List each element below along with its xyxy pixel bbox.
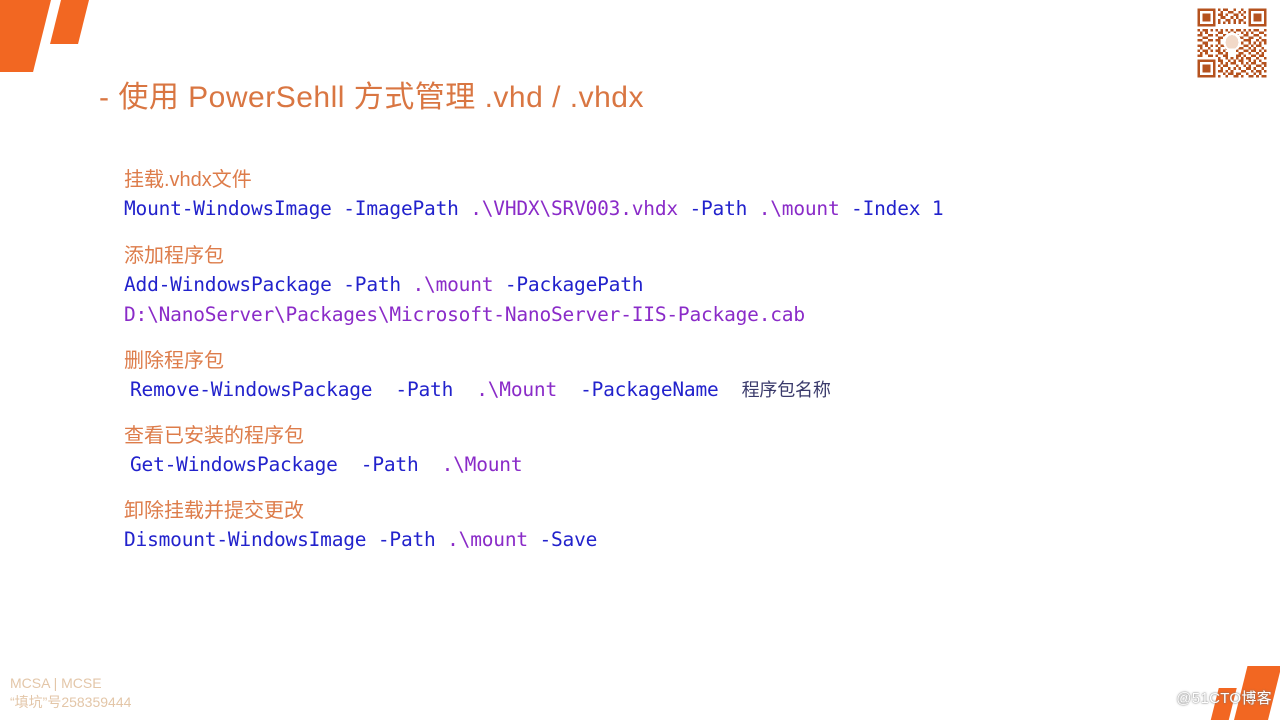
code-block: 卸除挂载并提交更改 Dismount-WindowsImage -Path .\…	[124, 497, 1224, 555]
code-segment-command: -PackagePath	[493, 273, 644, 296]
code-block-list: 挂载.vhdx文件 Mount-WindowsImage -ImagePath …	[124, 166, 1224, 572]
code-segment-command: -Save	[527, 528, 598, 551]
quote-mark-decoration-bar-2	[50, 0, 90, 44]
page-title: - 使用 PowerSehll 方式管理 .vhd / .vhdx	[99, 81, 644, 114]
code-block-heading: 查看已安装的程序包	[124, 425, 304, 447]
code-segment-command: -Path	[677, 197, 759, 220]
code-line: Dismount-WindowsImage -Path .\mount -Sav…	[124, 525, 1224, 555]
slide-canvas: - 使用 PowerSehll 方式管理 .vhd / .vhdx 挂载.vhd…	[0, 0, 1280, 720]
code-segment-path: .\VHDX\SRV003.vhdx	[470, 197, 678, 220]
code-segment-command: Dismount-WindowsImage -Path	[124, 528, 448, 551]
code-segment-command: Mount-WindowsImage -ImagePath	[124, 197, 471, 220]
qr-code-icon	[1194, 6, 1270, 80]
code-segment-command: Add-WindowsPackage -Path	[124, 273, 413, 296]
code-segment-path: D:\NanoServer\Packages\Microsoft-NanoSer…	[124, 303, 805, 326]
code-block-heading: 挂载.vhdx文件	[124, 169, 252, 191]
quote-mark-decoration-bar-1	[0, 0, 52, 72]
code-block: 添加程序包 Add-WindowsPackage -Path .\mount -…	[124, 242, 1224, 330]
code-block-heading: 删除程序包	[124, 350, 224, 372]
code-segment-path: .\mount	[447, 528, 528, 551]
code-block-heading: 添加程序包	[124, 245, 224, 267]
code-segment-path: .\Mount	[441, 453, 523, 476]
code-line: D:\NanoServer\Packages\Microsoft-NanoSer…	[124, 300, 1224, 330]
code-segment-command: -Index 1	[839, 197, 944, 220]
code-segment-command: Remove-WindowsPackage -Path	[130, 378, 477, 401]
code-segment-annotation: 程序包名称	[741, 380, 831, 400]
code-line: Add-WindowsPackage -Path .\mount -Packag…	[124, 270, 1224, 300]
code-segment-path: .\mount	[758, 197, 840, 220]
code-block-heading: 卸除挂载并提交更改	[124, 500, 304, 522]
code-line: Remove-WindowsPackage -Path .\Mount -Pac…	[124, 375, 1224, 405]
footer-certification: MCSA | MCSE	[10, 675, 102, 691]
code-block: 查看已安装的程序包 Get-WindowsPackage -Path .\Mou…	[124, 422, 1224, 480]
footer-group-number: “填坑”号258359444	[10, 694, 132, 710]
code-block: 挂载.vhdx文件 Mount-WindowsImage -ImagePath …	[124, 166, 1224, 224]
code-line: Get-WindowsPackage -Path .\Mount	[124, 450, 1224, 480]
footer: MCSA | MCSE “填坑”号258359444	[10, 674, 131, 712]
code-block: 删除程序包 Remove-WindowsPackage -Path .\Moun…	[124, 347, 1224, 405]
code-segment-path: .\Mount	[476, 378, 557, 401]
code-segment-command: -PackageName	[556, 378, 742, 401]
code-line: Mount-WindowsImage -ImagePath .\VHDX\SRV…	[124, 194, 1224, 224]
code-segment-path: .\mount	[412, 273, 494, 296]
site-watermark: @51CTO博客	[1176, 690, 1272, 707]
code-segment-command: Get-WindowsPackage -Path	[130, 453, 442, 476]
